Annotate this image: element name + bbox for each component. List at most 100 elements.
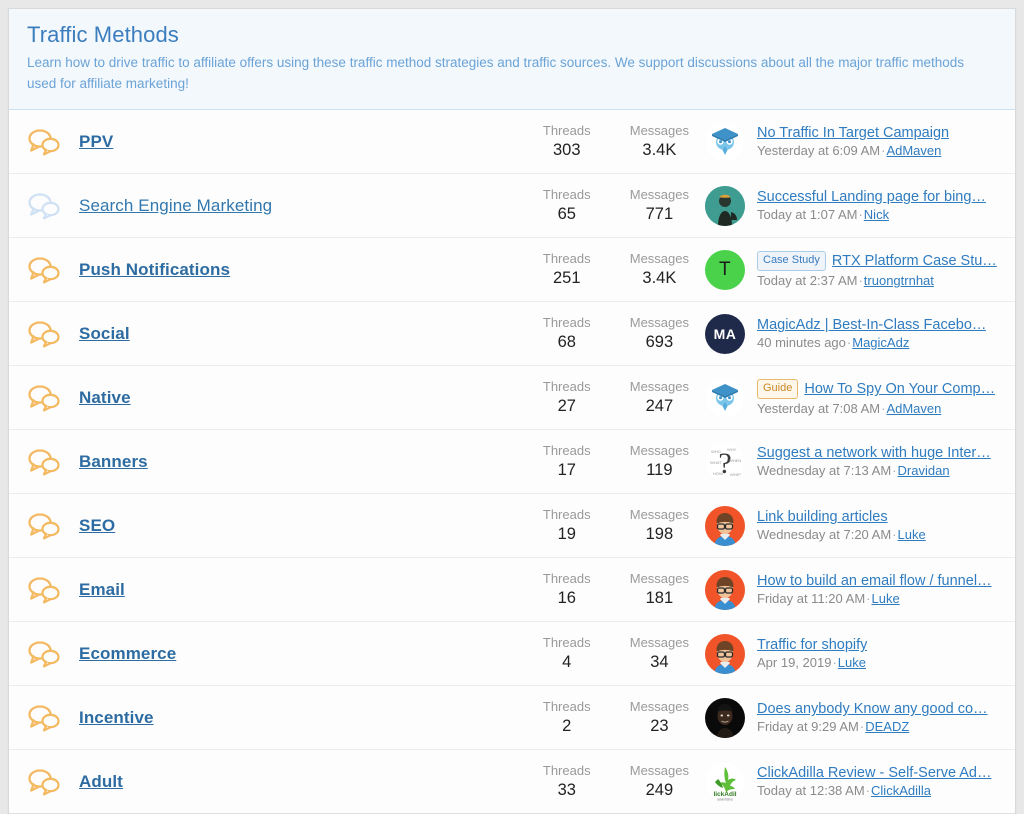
forum-title-link[interactable]: SEO <box>79 516 115 535</box>
messages-label: Messages <box>629 442 689 458</box>
thread-prefix-badge[interactable]: Guide <box>757 379 799 400</box>
category-title: Traffic Methods <box>27 22 179 47</box>
avatar[interactable] <box>705 505 745 546</box>
forum-page: Traffic Methods Learn how to drive traff… <box>0 0 1024 814</box>
last-post-user-link[interactable]: Dravidan <box>898 463 950 478</box>
forum-row[interactable]: Ecommerce Threads 4 Messages 34 Traffic for s… <box>9 622 1015 687</box>
messages-label: Messages <box>629 570 689 586</box>
last-post-body: Guide How To Spy On Your Comp… Yesterday a… <box>757 379 1001 416</box>
last-post-title-link[interactable]: Link building articles <box>757 509 888 525</box>
forum-row[interactable]: Adult Threads 33 Messages 249 lickAdil adverti… <box>9 750 1015 814</box>
last-post-user-link[interactable]: Luke <box>838 655 866 670</box>
last-post-title-line: Traffic for shopify <box>757 637 1001 653</box>
avatar[interactable]: lickAdil advertising <box>705 761 745 802</box>
last-post-user-link[interactable]: Luke <box>872 591 900 606</box>
read-speech-bubble-icon <box>27 191 79 221</box>
last-post-cell: ? WHO WHY WHAT WHEN HOW WHERE Suggest a network… <box>705 441 1001 482</box>
forum-title-link[interactable]: Search Engine Marketing <box>79 196 272 215</box>
avatar[interactable] <box>705 185 745 226</box>
last-post-time: Wednesday at 7:20 AM <box>757 527 892 543</box>
avatar[interactable] <box>705 377 745 418</box>
last-post-cell: MA MagicAdz | Best-In-Class Facebo… 40 min… <box>705 313 1001 354</box>
forum-row[interactable]: Push Notifications Threads 251 Messages 3.4K… <box>9 238 1015 303</box>
avatar[interactable]: MA <box>705 313 745 354</box>
last-post-title-link[interactable]: No Traffic In Target Campaign <box>757 125 949 141</box>
forum-row[interactable]: SEO Threads 19 Messages 198 Link building art… <box>9 494 1015 559</box>
forum-title-link[interactable]: Native <box>79 388 131 407</box>
last-post-cell: lickAdil advertising ClickAdilla Review - … <box>705 761 1001 802</box>
last-post-title-link[interactable]: Does anybody Know any good co… <box>757 701 988 717</box>
last-post-time: Friday at 11:20 AM <box>757 591 866 607</box>
threads-label: Threads <box>542 122 591 138</box>
forum-title-link[interactable]: PPV <box>79 132 113 151</box>
forum-row[interactable]: Search Engine Marketing Threads 65 Messages… <box>9 174 1015 239</box>
forum-title-link[interactable]: Adult <box>79 772 123 791</box>
avatar[interactable] <box>705 633 745 674</box>
avatar[interactable]: T <box>705 249 745 290</box>
last-post-title-link[interactable]: Successful Landing page for bing… <box>757 189 986 205</box>
forum-title-link[interactable]: Incentive <box>79 708 154 727</box>
threads-label: Threads <box>542 378 591 394</box>
avatar[interactable] <box>705 569 745 610</box>
forum-title-link[interactable]: Push Notifications <box>79 260 230 279</box>
last-post-title-link[interactable]: ClickAdilla Review - Self-Serve Ad… <box>757 765 992 781</box>
threads-stat: Threads 17 <box>538 442 596 482</box>
unread-speech-bubble-icon <box>27 255 79 285</box>
unread-speech-bubble-icon <box>27 767 79 797</box>
last-post-title-line: How to build an email flow / funnel… <box>757 573 1001 589</box>
forum-title-link[interactable]: Ecommerce <box>79 644 176 663</box>
forum-row[interactable]: Incentive Threads 2 Messages 23 Does anybody … <box>9 686 1015 751</box>
unread-speech-bubble-icon <box>27 127 79 157</box>
messages-value: 247 <box>645 397 674 416</box>
last-post-cell: Does anybody Know any good co… Friday at … <box>705 697 1001 738</box>
messages-stat: Messages 34 <box>630 634 689 674</box>
threads-stat: Threads 33 <box>538 762 596 802</box>
forum-row[interactable]: Native Threads 27 Messages 247 Guide How To Sp… <box>9 366 1015 431</box>
threads-value: 16 <box>557 589 576 608</box>
last-post-title-link[interactable]: Suggest a network with huge Inter… <box>757 445 991 461</box>
last-post-user-link[interactable]: DEADZ <box>865 719 909 734</box>
forum-title-cell: PPV <box>79 132 495 152</box>
threads-label: Threads <box>542 762 591 778</box>
avatar[interactable] <box>705 121 745 162</box>
forum-title-link[interactable]: Email <box>79 580 125 599</box>
last-post-time: Today at 2:37 AM <box>757 273 858 289</box>
last-post-title-link[interactable]: Traffic for shopify <box>757 637 867 653</box>
unread-speech-bubble-icon <box>27 703 79 733</box>
forum-row[interactable]: Email Threads 16 Messages 181 How to build an… <box>9 558 1015 623</box>
last-post-title-line: Successful Landing page for bing… <box>757 189 1001 205</box>
forum-title-link[interactable]: Social <box>79 324 130 343</box>
threads-label: Threads <box>542 442 591 458</box>
last-post-user-link[interactable]: AdMaven <box>886 143 941 158</box>
forum-row[interactable]: PPV Threads 303 Messages 3.4K No Traffic In T… <box>9 110 1015 175</box>
unread-speech-bubble-icon <box>27 447 79 477</box>
messages-value: 693 <box>645 333 674 352</box>
thread-prefix-badge[interactable]: Case Study <box>757 251 826 272</box>
last-post-title-line: No Traffic In Target Campaign <box>757 125 1001 141</box>
last-post-meta: Friday at 9:29 AM·DEADZ <box>757 719 1001 734</box>
messages-label: Messages <box>629 122 689 138</box>
forum-title-cell: SEO <box>79 516 495 536</box>
last-post-title-link[interactable]: How to build an email flow / funnel… <box>757 573 992 589</box>
last-post-user-link[interactable]: truongtrnhat <box>864 273 934 288</box>
threads-stat: Threads 303 <box>538 122 596 162</box>
threads-value: 65 <box>557 205 576 224</box>
last-post-title-link[interactable]: MagicAdz | Best-In-Class Facebo… <box>757 317 986 333</box>
forum-title-link[interactable]: Banners <box>79 452 148 471</box>
last-post-title-link[interactable]: How To Spy On Your Comp… <box>804 381 995 397</box>
messages-label: Messages <box>629 506 689 522</box>
avatar[interactable] <box>705 697 745 738</box>
last-post-user-link[interactable]: Nick <box>864 207 889 222</box>
threads-stat: Threads 251 <box>538 250 596 290</box>
messages-stat: Messages 247 <box>630 378 689 418</box>
last-post-user-link[interactable]: AdMaven <box>886 401 941 416</box>
last-post-user-link[interactable]: ClickAdilla <box>871 783 931 798</box>
last-post-user-link[interactable]: MagicAdz <box>852 335 909 350</box>
avatar[interactable]: ? WHO WHY WHAT WHEN HOW WHERE <box>705 441 745 482</box>
last-post-title-link[interactable]: RTX Platform Case Stu… <box>832 253 997 269</box>
last-post-user-link[interactable]: Luke <box>898 527 926 542</box>
threads-label: Threads <box>542 186 591 202</box>
forum-title-cell: Search Engine Marketing <box>79 196 495 216</box>
forum-row[interactable]: Social Threads 68 Messages 693 MA MagicAdz | B… <box>9 302 1015 367</box>
forum-row[interactable]: Banners Threads 17 Messages 119? WHO WHY WHAT WH… <box>9 430 1015 495</box>
